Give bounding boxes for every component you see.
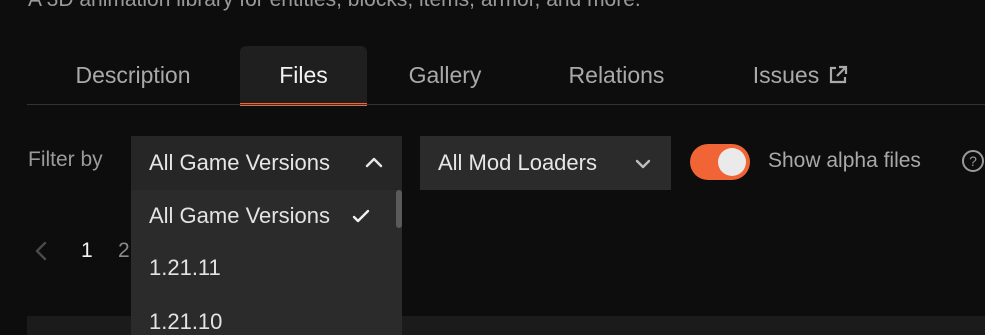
dropdown-option[interactable]: All Game Versions [131, 190, 393, 242]
project-tagline: A 3D animation library for entities, blo… [28, 0, 641, 12]
tab-relations[interactable]: Relations [539, 46, 694, 104]
tab-issues[interactable]: Issues [727, 46, 875, 104]
tab-label: Description [75, 61, 191, 88]
dropdown-option[interactable]: 1.21.10 [131, 296, 393, 335]
game-version-select[interactable]: All Game Versions [131, 136, 402, 190]
external-link-icon [827, 64, 849, 86]
tabs-divider [27, 104, 985, 105]
tab-label: Files [279, 61, 328, 88]
mod-loader-selected: All Mod Loaders [438, 150, 597, 175]
tab-gallery[interactable]: Gallery [377, 46, 513, 104]
tab-description[interactable]: Description [37, 46, 229, 104]
alpha-files-label: Show alpha files [768, 149, 921, 172]
page-number-current[interactable]: 1 [81, 239, 93, 263]
project-tabs: Description Files Gallery Relations Issu… [27, 46, 985, 106]
filter-label: Filter by [28, 148, 103, 171]
chevron-left-icon[interactable] [33, 238, 49, 264]
tab-label: Gallery [408, 61, 482, 88]
checkmark-icon [351, 206, 371, 226]
option-label: 1.21.11 [149, 255, 221, 280]
chevron-up-icon [364, 153, 384, 173]
files-page: A 3D animation library for entities, blo… [0, 0, 985, 335]
dropdown-scrollbar[interactable] [396, 190, 402, 228]
alpha-files-toggle[interactable] [690, 144, 750, 180]
chevron-down-icon [633, 153, 653, 173]
question-circle-icon[interactable]: ? [962, 150, 984, 172]
game-version-dropdown: All Game Versions 1.21.11 1.21.10 [131, 190, 402, 335]
tab-files[interactable]: Files [240, 46, 367, 106]
game-version-selected: All Game Versions [149, 150, 330, 175]
mod-loader-select[interactable]: All Mod Loaders [420, 136, 671, 190]
page-number[interactable]: 2 [118, 239, 130, 263]
tab-label: Relations [568, 61, 665, 88]
toggle-knob [718, 148, 746, 176]
option-label: All Game Versions [149, 203, 330, 228]
tab-label: Issues [752, 61, 820, 88]
option-label: 1.21.10 [149, 309, 223, 334]
dropdown-option[interactable]: 1.21.11 [131, 242, 393, 294]
